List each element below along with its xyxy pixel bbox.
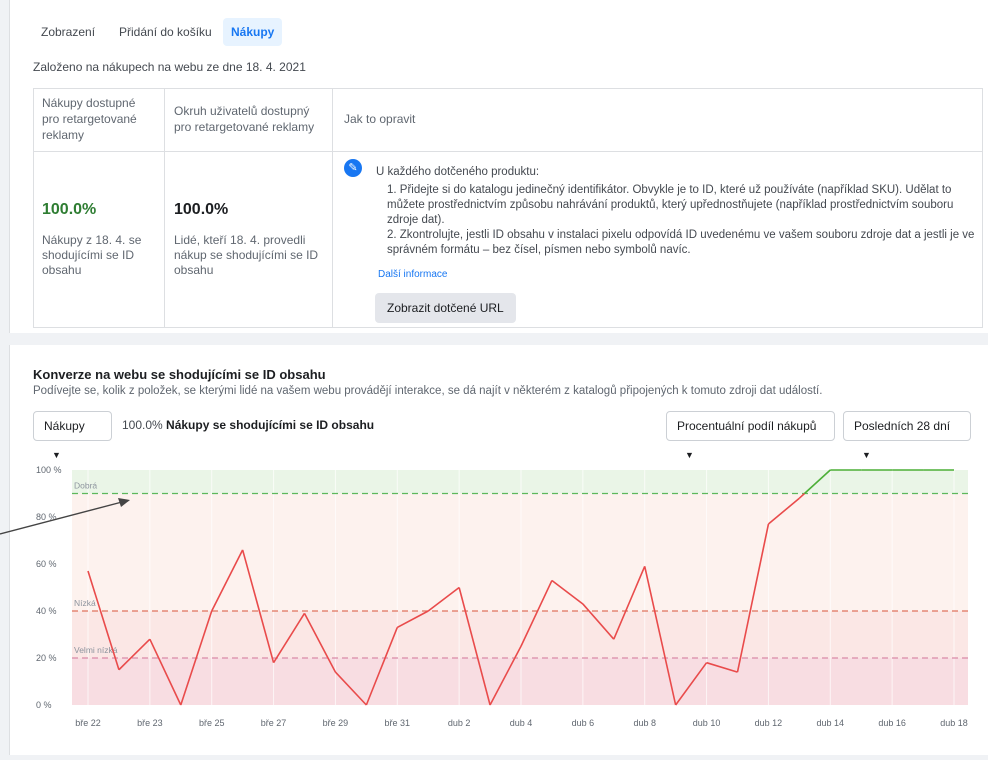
x-tick-label: dub 12 [755,718,783,728]
threshold-label: Dobrá [74,481,97,491]
x-tick-label: dub 6 [572,718,595,728]
match-rate-chart: 100 %80 %60 %40 %20 %0 %DobráNízkáVelmi … [0,465,968,728]
threshold-label: Nízká [74,598,96,608]
x-tick-label: bře 31 [385,718,411,728]
x-tick-label: dub 16 [878,718,906,728]
x-tick-label: bře 29 [323,718,349,728]
low-zone-band [72,611,968,658]
good-zone-band [72,470,968,494]
x-tick-label: dub 8 [633,718,656,728]
x-tick-label: bře 25 [199,718,225,728]
x-tick-label: dub 10 [693,718,721,728]
y-tick-label: 100 % [36,465,62,475]
y-tick-label: 60 % [36,559,57,569]
y-tick-label: 0 % [36,700,52,710]
y-tick-label: 40 % [36,606,57,616]
very-low-zone-band [72,658,968,705]
x-tick-label: bře 22 [75,718,101,728]
x-tick-label: bře 23 [137,718,163,728]
x-tick-label: dub 4 [510,718,533,728]
x-tick-label: bře 27 [261,718,287,728]
x-tick-label: dub 14 [817,718,845,728]
y-tick-label: 20 % [36,653,57,663]
x-tick-label: dub 2 [448,718,471,728]
medium-zone-band [72,493,968,611]
x-tick-label: dub 18 [940,718,968,728]
